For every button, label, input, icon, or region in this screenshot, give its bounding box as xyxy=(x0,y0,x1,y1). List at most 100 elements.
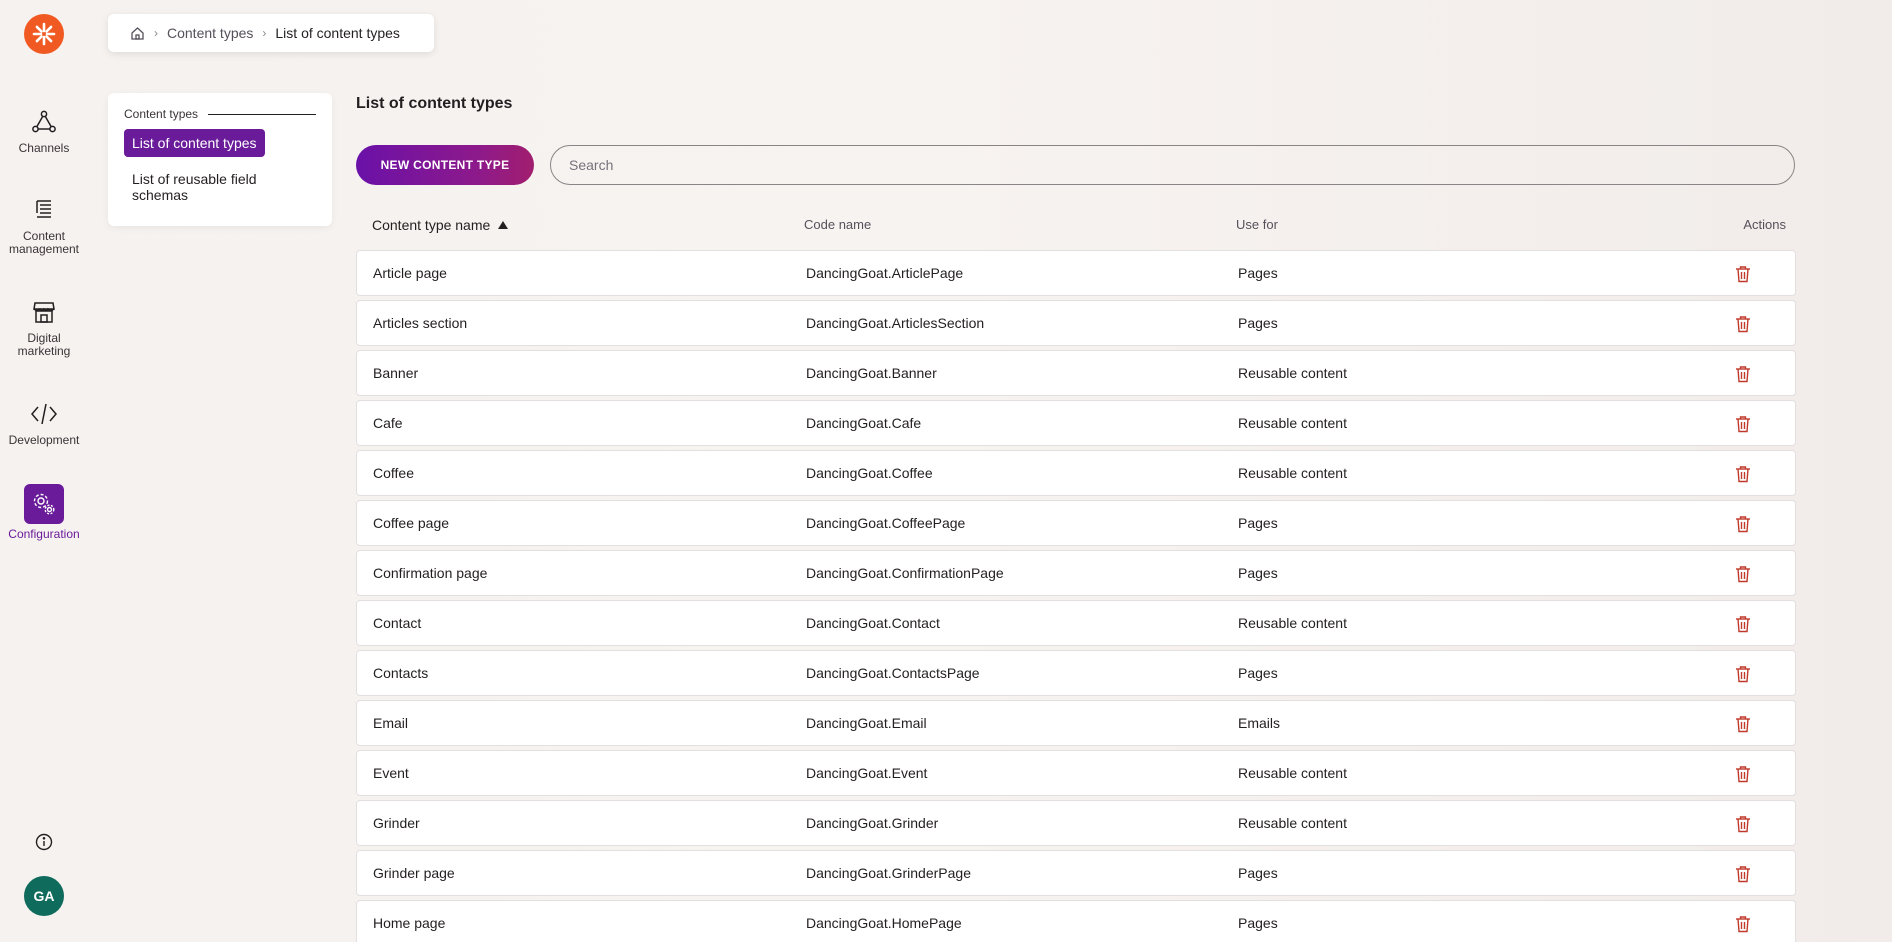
cell-code-name: DancingGoat.Banner xyxy=(806,365,937,381)
table-row[interactable]: Coffee DancingGoat.Coffee Reusable content xyxy=(356,450,1796,496)
cell-code-name: DancingGoat.Email xyxy=(806,715,927,731)
digital-marketing-icon xyxy=(30,298,58,326)
breadcrumb: › Content types › List of content types xyxy=(108,14,434,52)
delete-trash-icon[interactable] xyxy=(1735,565,1751,583)
cell-use-for: Reusable content xyxy=(1238,465,1347,481)
table-row[interactable]: Banner DancingGoat.Banner Reusable content xyxy=(356,350,1796,396)
cell-use-for: Pages xyxy=(1238,665,1278,681)
cell-code-name: DancingGoat.Coffee xyxy=(806,465,933,481)
table-row[interactable]: Confirmation page DancingGoat.Confirmatio… xyxy=(356,550,1796,596)
delete-trash-icon[interactable] xyxy=(1735,665,1751,683)
cell-use-for: Reusable content xyxy=(1238,365,1347,381)
delete-trash-icon[interactable] xyxy=(1735,315,1751,333)
cell-code-name: DancingGoat.HomePage xyxy=(806,915,962,931)
cell-use-for: Pages xyxy=(1238,565,1278,581)
cell-content-type-name: Article page xyxy=(373,265,447,281)
cell-code-name: DancingGoat.Event xyxy=(806,765,928,781)
cell-use-for: Pages xyxy=(1238,915,1278,931)
table-row[interactable]: Email DancingGoat.Email Emails xyxy=(356,700,1796,746)
column-header-actions: Actions xyxy=(1743,217,1786,232)
cell-code-name: DancingGoat.Contact xyxy=(806,615,940,631)
table-header: Content type name Code name Use for Acti… xyxy=(356,215,1796,235)
cell-use-for: Pages xyxy=(1238,265,1278,281)
cell-content-type-name: Home page xyxy=(373,915,446,931)
table-row[interactable]: Contact DancingGoat.Contact Reusable conte… xyxy=(356,600,1796,646)
nav-content-management-label: Content management xyxy=(8,229,80,256)
page-title: List of content types xyxy=(356,95,513,112)
delete-trash-icon[interactable] xyxy=(1735,465,1751,483)
table-row[interactable]: Article page DancingGoat.ArticlePage Pages xyxy=(356,250,1796,296)
cell-content-type-name: Coffee xyxy=(373,465,414,481)
cell-content-type-name: Contacts xyxy=(373,665,429,681)
cell-content-type-name: Grinder xyxy=(373,815,420,831)
cell-code-name: DancingGoat.GrinderPage xyxy=(806,865,971,881)
breadcrumb-current: List of content types xyxy=(275,25,400,41)
cell-code-name: DancingGoat.ConfirmationPage xyxy=(806,565,1004,581)
cell-code-name: DancingGoat.Grinder xyxy=(806,815,939,831)
content-types-subnav: Content types List of content types List… xyxy=(108,93,332,226)
breadcrumb-content-types[interactable]: Content types xyxy=(167,25,253,41)
column-header-use-for: Use for xyxy=(1236,217,1278,232)
code-icon xyxy=(30,400,58,428)
nav-digital-marketing[interactable]: Digital marketing xyxy=(0,298,88,358)
cell-content-type-name: Email xyxy=(373,715,409,731)
table-row[interactable]: Event DancingGoat.Event Reusable content xyxy=(356,750,1796,796)
cell-code-name: DancingGoat.ContactsPage xyxy=(806,665,980,681)
cell-use-for: Emails xyxy=(1238,715,1281,731)
cell-content-type-name: Coffee page xyxy=(373,515,450,531)
new-content-type-button[interactable]: NEW CONTENT TYPE xyxy=(356,145,534,185)
configuration-gear-icon xyxy=(24,484,64,524)
table-row[interactable]: Home page DancingGoat.HomePage Pages xyxy=(356,900,1796,942)
table-row[interactable]: Articles section DancingGoat.ArticlesSect… xyxy=(356,300,1796,346)
cell-use-for: Pages xyxy=(1238,515,1278,531)
table-row[interactable]: Coffee page DancingGoat.CoffeePage Pages xyxy=(356,500,1796,546)
table-row[interactable]: Contacts DancingGoat.ContactsPage Pages xyxy=(356,650,1796,696)
nav-development[interactable]: Development xyxy=(0,400,88,447)
nav-configuration[interactable]: Configuration xyxy=(0,484,88,541)
nav-configuration-label: Configuration xyxy=(8,527,80,541)
delete-trash-icon[interactable] xyxy=(1735,415,1751,433)
xperience-logo-icon[interactable] xyxy=(24,14,64,54)
table-row[interactable]: Grinder DancingGoat.Grinder Reusable conte… xyxy=(356,800,1796,846)
nav-development-label: Development xyxy=(8,433,80,447)
cell-code-name: DancingGoat.CoffeePage xyxy=(806,515,966,531)
cell-code-name: DancingGoat.Cafe xyxy=(806,415,922,431)
chevron-right-icon: › xyxy=(262,26,267,40)
chevron-right-icon: › xyxy=(154,26,158,40)
cell-content-type-name: Banner xyxy=(373,365,419,381)
delete-trash-icon[interactable] xyxy=(1735,265,1751,283)
table-row[interactable]: Cafe DancingGoat.Cafe Reusable content xyxy=(356,400,1796,446)
search-input[interactable] xyxy=(550,145,1795,185)
delete-trash-icon[interactable] xyxy=(1735,915,1751,933)
home-icon[interactable] xyxy=(130,26,145,41)
delete-trash-icon[interactable] xyxy=(1735,365,1751,383)
info-icon[interactable] xyxy=(32,830,56,854)
divider xyxy=(208,113,316,115)
delete-trash-icon[interactable] xyxy=(1735,865,1751,883)
column-header-name-label: Content type name xyxy=(372,217,491,233)
delete-trash-icon[interactable] xyxy=(1735,815,1751,833)
channels-icon xyxy=(30,108,58,136)
delete-trash-icon[interactable] xyxy=(1735,765,1751,783)
delete-trash-icon[interactable] xyxy=(1735,715,1751,733)
cell-content-type-name: Event xyxy=(373,765,409,781)
cell-content-type-name: Grinder page xyxy=(373,865,455,881)
table-row[interactable]: Grinder page DancingGoat.GrinderPage Pages xyxy=(356,850,1796,896)
cell-use-for: Reusable content xyxy=(1238,815,1347,831)
nav-channels[interactable]: Channels xyxy=(0,108,88,155)
subnav-item-reusable-field-schemas[interactable]: List of reusable field schemas xyxy=(124,165,316,209)
column-header-name[interactable]: Content type name xyxy=(372,217,509,233)
delete-trash-icon[interactable] xyxy=(1735,615,1751,633)
subnav-item-list-of-content-types[interactable]: List of content types xyxy=(124,129,265,157)
delete-trash-icon[interactable] xyxy=(1735,515,1751,533)
nav-digital-marketing-label: Digital marketing xyxy=(17,331,71,358)
cell-content-type-name: Articles section xyxy=(373,315,468,331)
subnav-heading: Content types xyxy=(124,107,316,121)
cell-content-type-name: Contact xyxy=(373,615,422,631)
sort-ascending-icon xyxy=(498,221,509,229)
cell-content-type-name: Confirmation page xyxy=(373,565,488,581)
user-avatar[interactable]: GA xyxy=(24,876,64,916)
cell-code-name: DancingGoat.ArticlePage xyxy=(806,265,964,281)
nav-content-management[interactable]: Content management xyxy=(0,196,88,256)
main-navigation-rail: Channels Content management Digital mark… xyxy=(0,0,88,942)
